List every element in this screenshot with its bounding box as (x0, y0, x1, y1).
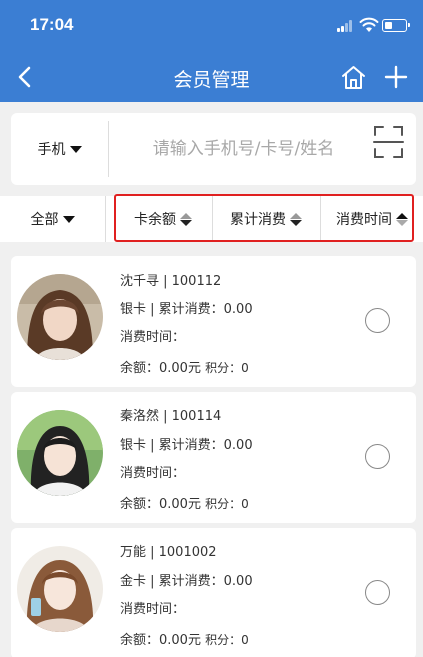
sort-time-label: 消费时间 (336, 212, 392, 228)
signal-icon (337, 20, 355, 32)
member-time: 消费时间： (120, 466, 186, 481)
sort-total-button[interactable]: 累计消费 (213, 196, 319, 242)
member-card[interactable]: 万能 | 1001002 金卡 | 累计消费：0.00 消费时间： 余额：0.0… (11, 528, 416, 657)
member-card[interactable]: 秦洛然 | 100114 银卡 | 累计消费：0.00 消费时间： 余额：0.0… (11, 392, 416, 523)
avatar (17, 546, 103, 632)
member-balance-points: 余额：0.00元 积分：0 (120, 493, 249, 512)
search-type-label: 手机 (37, 142, 66, 158)
sort-balance-label: 卡余额 (134, 212, 176, 228)
member-time: 消费时间： (120, 330, 186, 345)
member-card[interactable]: 沈千寻 | 100112 银卡 | 累计消费：0.00 消费时间： 余额：0.0… (11, 256, 416, 387)
home-icon[interactable] (340, 64, 367, 90)
member-balance: 余额：0.00元 (120, 633, 201, 648)
battery-icon (382, 19, 410, 32)
sort-total-label: 累计消费 (230, 212, 286, 228)
divider (105, 196, 106, 242)
member-name-id: 秦洛然 | 100114 (120, 409, 222, 424)
member-balance: 余额：0.00元 (120, 361, 201, 376)
plus-icon[interactable] (384, 65, 408, 89)
member-balance: 余额：0.00元 (120, 497, 201, 512)
member-balance-points: 余额：0.00元 积分：0 (120, 357, 249, 376)
member-card-total: 银卡 | 累计消费：0.00 (120, 438, 253, 453)
search-input[interactable] (121, 133, 366, 165)
sort-balance-button[interactable]: 卡余额 (114, 196, 212, 242)
wifi-icon (359, 17, 379, 32)
member-points: 积分：0 (205, 361, 249, 375)
sort-arrows-icon (396, 212, 408, 226)
sort-arrows-icon (290, 212, 302, 226)
member-select-radio[interactable] (365, 444, 390, 469)
filter-all-dropdown[interactable]: 全部 (0, 196, 105, 242)
scan-icon[interactable] (373, 125, 404, 159)
member-select-radio[interactable] (365, 308, 390, 333)
chevron-down-icon (69, 145, 82, 153)
member-points: 积分：0 (205, 633, 249, 647)
status-bar: 17:04 (0, 0, 423, 52)
member-select-radio[interactable] (365, 580, 390, 605)
nav-bar: 会员管理 (0, 52, 423, 102)
member-name-id: 万能 | 1001002 (120, 545, 217, 560)
sort-time-button[interactable]: 消费时间 (321, 196, 423, 242)
chevron-down-icon (62, 215, 75, 223)
member-points: 积分：0 (205, 497, 249, 511)
filter-bar: 全部 卡余额 累计消费 消费时间 (0, 196, 423, 242)
member-card-total: 银卡 | 累计消费：0.00 (120, 302, 253, 317)
avatar (17, 274, 103, 360)
member-card-total: 金卡 | 累计消费：0.00 (120, 574, 253, 589)
divider (108, 121, 109, 177)
member-balance-points: 余额：0.00元 积分：0 (120, 629, 249, 648)
member-time: 消费时间： (120, 602, 186, 617)
search-bar: 手机 (11, 113, 416, 185)
status-time: 17:04 (30, 15, 74, 34)
member-name-id: 沈千寻 | 100112 (120, 274, 222, 289)
filter-all-label: 全部 (30, 212, 59, 228)
avatar (17, 410, 103, 496)
search-type-dropdown[interactable]: 手机 (11, 113, 108, 185)
sort-arrows-icon (180, 212, 192, 226)
